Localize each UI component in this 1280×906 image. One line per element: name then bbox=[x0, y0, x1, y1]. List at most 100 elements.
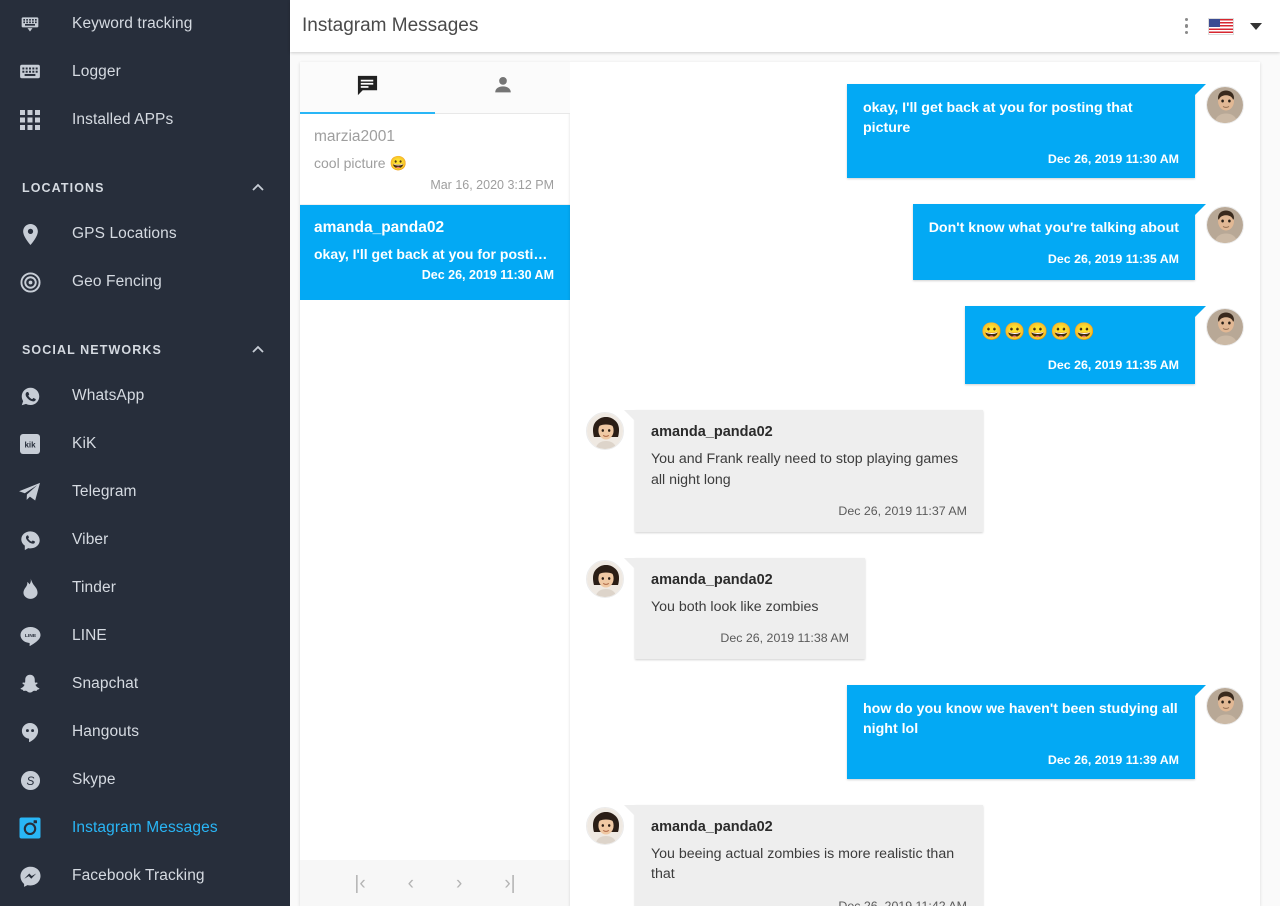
sidebar-item-keyword-tracking[interactable]: Keyword tracking bbox=[0, 0, 290, 48]
sidebar-item-viber[interactable]: Viber bbox=[0, 516, 290, 564]
chevron-up-icon[interactable] bbox=[250, 180, 266, 196]
target-circle-icon bbox=[14, 268, 46, 296]
chat-thread: okay, I'll get back at you for posting t… bbox=[570, 62, 1260, 906]
sidebar-section-title: LOCATIONS bbox=[22, 181, 105, 195]
chat-message: amanda_panda02 You beeing actual zombies… bbox=[586, 805, 1244, 906]
sidebar-item-installed-apps[interactable]: Installed APPs bbox=[0, 96, 290, 144]
sidebar-item-tinder[interactable]: Tinder bbox=[0, 564, 290, 612]
conversation-name: marzia2001 bbox=[314, 128, 395, 145]
sidebar-section-social-networks[interactable]: SOCIAL NETWORKS bbox=[0, 328, 290, 372]
person-icon bbox=[492, 74, 514, 101]
chat-message: okay, I'll get back at you for posting t… bbox=[586, 84, 1244, 179]
message-sender: amanda_panda02 bbox=[651, 819, 773, 836]
message-text: 😀😀😀😀😀 bbox=[981, 322, 1097, 342]
conversation-snippet: cool picture 😀 bbox=[314, 155, 407, 171]
sidebar-item-line[interactable]: LINE LINE bbox=[0, 612, 290, 660]
tinder-flame-icon bbox=[14, 574, 46, 602]
app-root: Keyword tracking Logger Installed APPs L… bbox=[0, 0, 1280, 906]
keyboard-tracking-icon bbox=[14, 10, 46, 38]
skype-icon: S bbox=[14, 766, 46, 794]
page-title: Instagram Messages bbox=[302, 15, 479, 36]
sidebar-item-label: Geo Fencing bbox=[72, 273, 162, 290]
last-page-button[interactable]: ›| bbox=[498, 872, 521, 895]
tab-messages[interactable] bbox=[300, 62, 435, 113]
message-bubble-incoming: amanda_panda02 You and Frank really need… bbox=[624, 410, 983, 532]
avatar bbox=[1206, 308, 1244, 347]
sidebar-item-logger[interactable]: Logger bbox=[0, 48, 290, 96]
sidebar-item-label: LINE bbox=[72, 627, 107, 644]
avatar bbox=[586, 412, 624, 451]
message-timestamp: Dec 26, 2019 11:42 AM bbox=[838, 898, 967, 906]
chat-message: Don't know what you're talking about Dec… bbox=[586, 204, 1244, 281]
tab-active-indicator bbox=[300, 111, 435, 114]
message-timestamp: Dec 26, 2019 11:35 AM bbox=[1047, 252, 1179, 267]
chat-message: amanda_panda02 You both look like zombie… bbox=[586, 557, 1244, 659]
message-bubble-incoming: amanda_panda02 You both look like zombie… bbox=[624, 557, 865, 659]
kebab-menu-icon[interactable] bbox=[1181, 14, 1193, 39]
topbar-actions bbox=[1181, 14, 1262, 39]
messenger-icon bbox=[14, 862, 46, 890]
avatar bbox=[586, 559, 624, 598]
avatar bbox=[586, 807, 624, 846]
sidebar: Keyword tracking Logger Installed APPs L… bbox=[0, 0, 290, 906]
tab-contacts[interactable] bbox=[435, 62, 570, 113]
conversation-item[interactable]: marzia2001 cool picture 😀 Mar 16, 2020 3… bbox=[300, 114, 570, 205]
next-page-button[interactable]: › bbox=[450, 872, 468, 895]
sidebar-item-telegram[interactable]: Telegram bbox=[0, 468, 290, 516]
chat-message: amanda_panda02 You and Frank really need… bbox=[586, 410, 1244, 532]
sidebar-item-label: Logger bbox=[72, 63, 121, 80]
first-page-button[interactable]: |‹ bbox=[348, 872, 371, 895]
chat-bubble-icon bbox=[356, 74, 379, 102]
chevron-up-icon[interactable] bbox=[250, 342, 266, 358]
sidebar-item-label: WhatsApp bbox=[72, 387, 145, 404]
conversation-timestamp: Dec 26, 2019 11:30 AM bbox=[421, 268, 554, 282]
message-text: how do you know we haven't been studying… bbox=[863, 700, 1178, 738]
caret-down-icon[interactable] bbox=[1250, 22, 1262, 30]
message-text: You and Frank really need to stop playin… bbox=[651, 451, 959, 488]
pagination-bar: |‹ ‹ › ›| bbox=[300, 860, 570, 906]
hangouts-icon bbox=[14, 718, 46, 746]
sidebar-item-skype[interactable]: S Skype bbox=[0, 756, 290, 804]
sidebar-item-label: Keyword tracking bbox=[72, 15, 193, 32]
kik-icon: kik bbox=[14, 430, 46, 458]
sidebar-item-facebook-tracking[interactable]: Facebook Tracking bbox=[0, 852, 290, 900]
prev-page-button[interactable]: ‹ bbox=[402, 872, 420, 895]
content-region: marzia2001 cool picture 😀 Mar 16, 2020 3… bbox=[290, 52, 1280, 906]
sidebar-item-whatsapp[interactable]: WhatsApp bbox=[0, 372, 290, 420]
viber-icon bbox=[14, 526, 46, 554]
conversation-snippet: okay, I'll get back at you for posting t… bbox=[314, 246, 554, 262]
message-bubble-outgoing: how do you know we haven't been studying… bbox=[847, 684, 1206, 780]
sidebar-item-label: Skype bbox=[72, 771, 116, 788]
message-timestamp: Dec 26, 2019 11:39 AM bbox=[1047, 753, 1179, 768]
conversation-list: marzia2001 cool picture 😀 Mar 16, 2020 3… bbox=[300, 114, 570, 860]
message-bubble-incoming: amanda_panda02 You beeing actual zombies… bbox=[624, 805, 983, 906]
conversation-panel: marzia2001 cool picture 😀 Mar 16, 2020 3… bbox=[300, 62, 570, 906]
message-sender: amanda_panda02 bbox=[651, 424, 773, 441]
message-text: You both look like zombies bbox=[651, 598, 819, 615]
message-text: You beeing actual zombies is more realis… bbox=[651, 846, 955, 883]
sidebar-item-kik[interactable]: kik KiK bbox=[0, 420, 290, 468]
chat-message: how do you know we haven't been studying… bbox=[586, 684, 1244, 780]
message-timestamp: Dec 26, 2019 11:35 AM bbox=[1047, 358, 1179, 373]
whatsapp-icon bbox=[14, 382, 46, 410]
sidebar-item-label: Snapchat bbox=[72, 675, 139, 692]
conversation-name: amanda_panda02 bbox=[314, 219, 445, 236]
message-timestamp: Dec 26, 2019 11:37 AM bbox=[838, 503, 967, 518]
avatar bbox=[1206, 686, 1244, 725]
sidebar-item-label: Installed APPs bbox=[72, 111, 174, 128]
sidebar-item-gps-locations[interactable]: GPS Locations bbox=[0, 210, 290, 258]
conversation-item[interactable]: amanda_panda02 okay, I'll get back at yo… bbox=[300, 205, 570, 300]
grid-apps-icon bbox=[14, 106, 46, 134]
sidebar-item-geo-fencing[interactable]: Geo Fencing bbox=[0, 258, 290, 306]
sidebar-item-label: Viber bbox=[72, 531, 109, 548]
sidebar-section-locations[interactable]: LOCATIONS bbox=[0, 166, 290, 210]
sidebar-item-hangouts[interactable]: Hangouts bbox=[0, 708, 290, 756]
sidebar-item-snapchat[interactable]: Snapchat bbox=[0, 660, 290, 708]
message-text: Don't know what you're talking about bbox=[928, 220, 1179, 237]
sidebar-item-instagram-messages[interactable]: Instagram Messages bbox=[0, 804, 290, 852]
sidebar-item-label: Instagram Messages bbox=[72, 819, 218, 836]
chat-message: 😀😀😀😀😀 Dec 26, 2019 11:35 AM bbox=[586, 306, 1244, 385]
svg-text:kik: kik bbox=[24, 441, 36, 450]
us-flag-icon[interactable] bbox=[1208, 17, 1234, 35]
